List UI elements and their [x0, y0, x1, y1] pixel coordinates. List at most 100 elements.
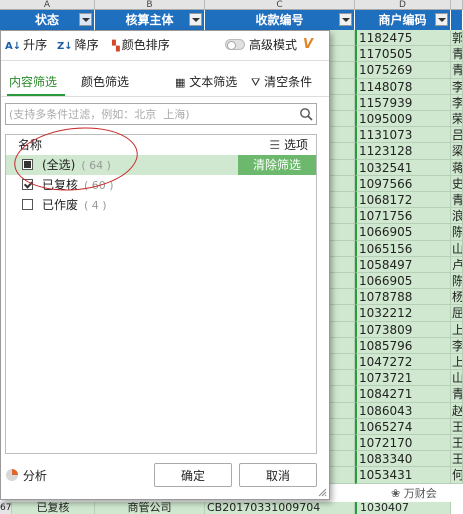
merchant-code-cell[interactable]: 1047272 [355, 354, 451, 371]
merchant-name-cell[interactable]: 山 [451, 240, 463, 257]
row-left-area [330, 30, 355, 47]
merchant-code-cell[interactable]: 1157939 [355, 94, 451, 111]
merchant-name-cell[interactable]: 李 [451, 94, 463, 111]
filter-search-box[interactable] [5, 103, 317, 125]
merchant-code-cell[interactable]: 1066905 [355, 273, 451, 290]
merchant-code-cell[interactable]: 1072170 [355, 435, 451, 452]
merchant-name-cell[interactable]: 上 [451, 321, 463, 338]
row-left-area [330, 354, 355, 371]
pie-chart-icon [6, 469, 18, 481]
merchant-name-cell[interactable]: 浪 [451, 208, 463, 225]
merchant-code-cell[interactable]: 1170505 [355, 46, 451, 63]
sort-descending-button[interactable]: Z↓ 降序 [57, 37, 99, 53]
merchant-code-cell[interactable]: 1068172 [355, 192, 451, 209]
merchant-code-cell[interactable]: 1032212 [355, 305, 451, 322]
merchant-name-cell[interactable]: 荣 [451, 111, 463, 128]
analyze-button[interactable]: 分析 [5, 467, 47, 485]
merchant-code-cell[interactable]: 1084271 [355, 386, 451, 403]
merchant-code-cell[interactable]: 1073721 [355, 370, 451, 387]
column-letter-b[interactable]: B [95, 0, 205, 10]
merchant-name-cell[interactable]: 李 [451, 78, 463, 95]
merchant-name-cell[interactable]: 陈 [451, 273, 463, 290]
sort-by-color-button[interactable]: ▚ 颜色排序 [112, 37, 170, 53]
merchant-name-cell[interactable]: 山 [451, 370, 463, 387]
options-button[interactable]: ☰ 选项 [269, 135, 308, 155]
merchant-name-cell[interactable]: 王 [451, 451, 463, 468]
merchant-code-cell[interactable]: 1095009 [355, 111, 451, 128]
merchant-name-cell[interactable]: 青 [451, 386, 463, 403]
bottom-row-code[interactable]: 1030407 [355, 502, 451, 514]
list-item-voided[interactable]: 已作废 ( 4 ) [6, 195, 316, 215]
row-left-area [330, 175, 355, 192]
voided-checkbox[interactable] [22, 199, 33, 210]
merchant-name-cell[interactable]: 吕 [451, 127, 463, 144]
merchant-code-cell[interactable]: 1065156 [355, 240, 451, 257]
merchant-code-cell[interactable]: 1078788 [355, 289, 451, 306]
merchant-code-cell[interactable]: 1182475 [355, 30, 451, 47]
row-left-area [330, 46, 355, 63]
sort-ascending-button[interactable]: A↓ 升序 [5, 37, 47, 53]
merchant-name-cell[interactable]: 王 [451, 435, 463, 452]
merchant-code-cell[interactable]: 1053431 [355, 467, 451, 484]
merchant-code-cell[interactable]: 1086043 [355, 402, 451, 419]
row-left-area [330, 305, 355, 322]
merchant-code-cell[interactable]: 1066905 [355, 224, 451, 241]
merchant-code-cell[interactable]: 1148078 [355, 78, 451, 95]
column-letter-d[interactable]: D [355, 0, 451, 10]
advanced-mode-toggle[interactable] [225, 39, 245, 50]
merchant-name-cell[interactable]: 青 [451, 192, 463, 209]
bottom-row-entity[interactable]: 商管公司 [95, 502, 205, 514]
merchant-name-cell[interactable]: 青 [451, 46, 463, 63]
merchant-code-cell[interactable]: 1085796 [355, 337, 451, 354]
bottom-row-receipt[interactable]: CB20170331009704 [205, 502, 355, 514]
row-left-area [330, 94, 355, 111]
filter-dropdown-icon[interactable] [339, 13, 352, 26]
merchant-name-cell[interactable]: 陈 [451, 224, 463, 241]
bottom-row-status[interactable]: 已复核 [12, 502, 95, 514]
merchant-name-cell[interactable]: 青 [451, 62, 463, 79]
merchant-name-cell[interactable]: 蒋 [451, 159, 463, 176]
filter-search-input[interactable] [9, 106, 289, 122]
merchant-code-cell[interactable]: 1131073 [355, 127, 451, 144]
merchant-code-cell[interactable]: 1032541 [355, 159, 451, 176]
tab-content-filter[interactable]: 内容筛选 [9, 74, 57, 90]
filter-dropdown-icon[interactable] [435, 13, 448, 26]
merchant-name-cell[interactable]: 郭 [451, 30, 463, 47]
merchant-name-cell[interactable]: 上 [451, 354, 463, 371]
row-left-area [330, 370, 355, 387]
sort-by-color-label: 颜色排序 [121, 38, 170, 52]
merchant-name-cell[interactable]: 屈 [451, 305, 463, 322]
merchant-name-cell[interactable]: 杨 [451, 289, 463, 306]
merchant-name-cell[interactable]: 史 [451, 175, 463, 192]
watermark: ❀ 万财会 [388, 484, 440, 502]
merchant-name-cell[interactable]: 卢 [451, 256, 463, 273]
header-receipt-label: 收款编号 [255, 13, 304, 27]
merchant-code-cell[interactable]: 1097566 [355, 175, 451, 192]
advanced-mode-label[interactable]: 高级模式 [249, 37, 297, 53]
merchant-code-cell[interactable]: 1123128 [355, 143, 451, 160]
merchant-name-cell[interactable]: 李 [451, 337, 463, 354]
merchant-code-cell[interactable]: 1071756 [355, 208, 451, 225]
column-letter-c[interactable]: C [205, 0, 355, 10]
filter-active-dropdown-icon[interactable] [79, 13, 92, 26]
cancel-button[interactable]: 取消 [239, 463, 317, 487]
filter-dropdown-icon[interactable] [189, 13, 202, 26]
text-filter-button[interactable]: ▦ 文本筛选 [175, 74, 237, 90]
merchant-name-cell[interactable]: 梁 [451, 143, 463, 160]
merchant-name-cell[interactable]: 何 [451, 467, 463, 484]
clear-conditions-button[interactable]: ⛛ 清空条件 [251, 74, 312, 90]
tab-color-filter[interactable]: 颜色筛选 [81, 74, 129, 90]
merchant-code-cell[interactable]: 1083340 [355, 451, 451, 468]
merchant-name-cell[interactable]: 赵 [451, 402, 463, 419]
ok-button[interactable]: 确定 [154, 463, 232, 487]
merchant-code-cell[interactable]: 1073809 [355, 321, 451, 338]
merchant-code-cell[interactable]: 1065274 [355, 418, 451, 435]
column-letter-a[interactable]: A [0, 0, 95, 10]
merchant-code-cell[interactable]: 1058497 [355, 256, 451, 273]
search-icon[interactable] [299, 107, 313, 121]
resize-grip-icon[interactable] [317, 487, 327, 497]
clear-filter-button[interactable]: 清除筛选 [238, 155, 316, 175]
merchant-name-cell[interactable]: 王 [451, 418, 463, 435]
column-letter-e[interactable] [451, 0, 463, 10]
merchant-code-cell[interactable]: 1075269 [355, 62, 451, 79]
